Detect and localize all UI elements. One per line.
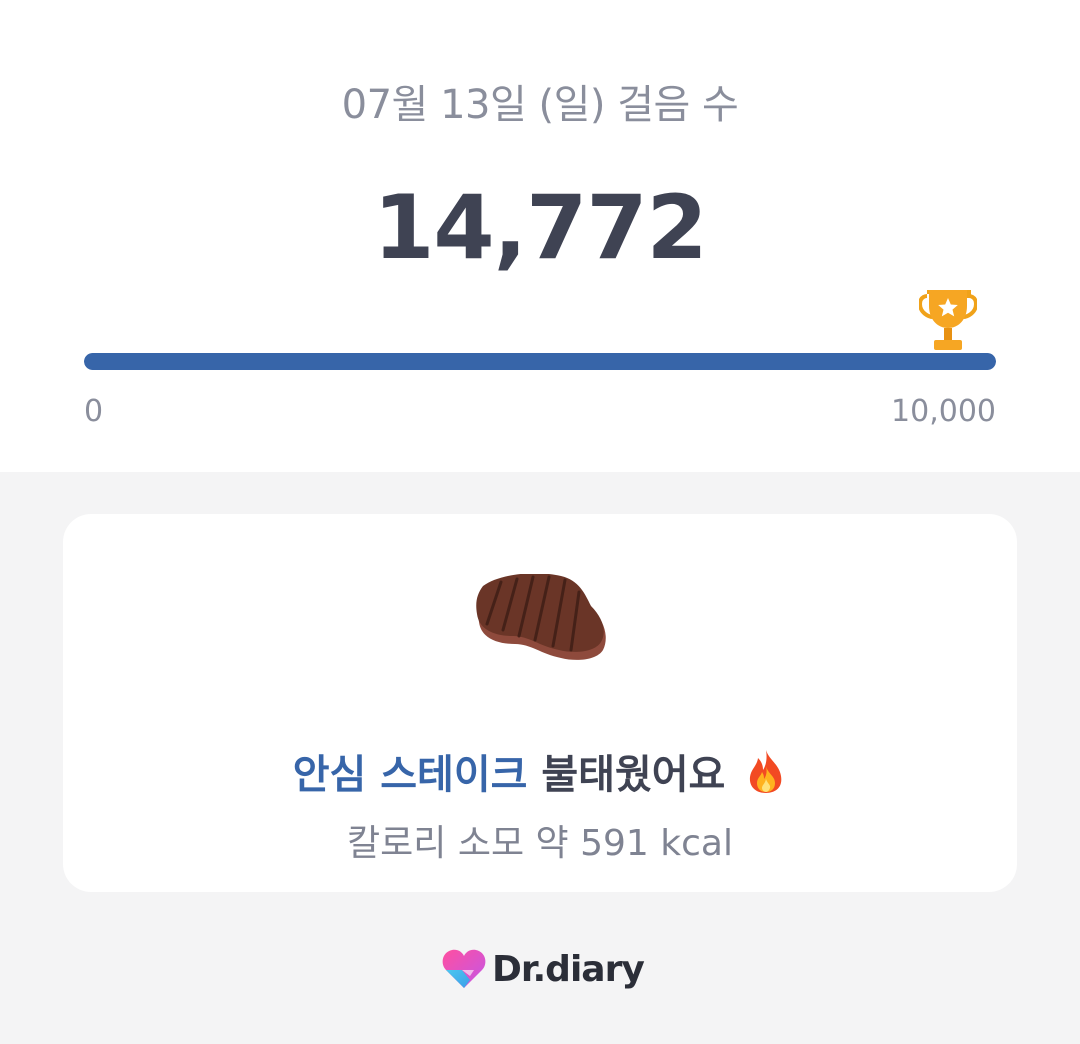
calorie-text: 칼로리 소모 약 591 kcal [347,823,733,864]
burned-text: 불태웠어요 [541,752,726,798]
fire-icon [750,750,782,793]
progress-goal-label: 10,000 [891,394,996,429]
heart-logo-icon [442,949,486,988]
progress-min-label: 0 [84,394,104,429]
step-progress-bar [84,353,996,370]
date-title: 07월 13일 (일) 걸음 수 [341,82,739,128]
calorie-card: 안심 스테이크 불태웠어요 칼로리 소모 약 591 kcal [63,514,1017,892]
brand-name: Dr.diary [492,948,645,990]
trophy-icon [919,290,977,350]
step-count: 14,772 [373,176,708,279]
steps-summary-section: 07월 13일 (일) 걸음 수 14,772 0 10,000 [0,0,1080,472]
step-progress-fill [84,353,996,370]
food-name: 안심 스테이크 [292,752,528,798]
burned-food-headline: 안심 스테이크 불태웠어요 [63,742,1017,800]
brand-footer: Dr.diary [440,944,645,994]
steak-icon [476,574,606,660]
